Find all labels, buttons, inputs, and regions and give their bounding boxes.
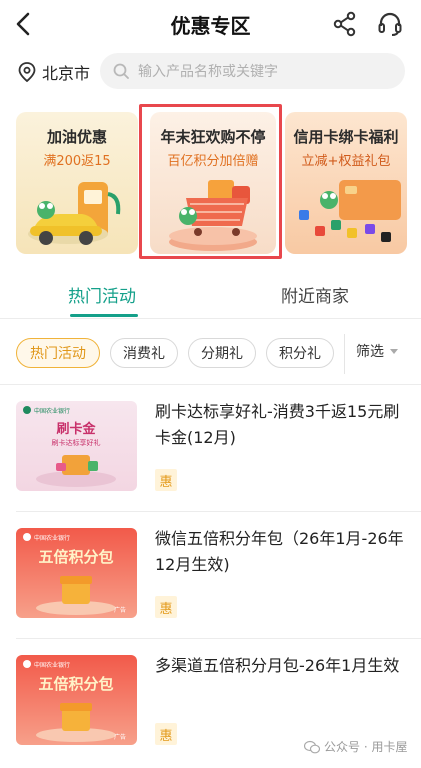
list-item[interactable]: 中国农业银行 五倍积分包 广告 微信五倍积分年包（26年1月-26年12月生效)… — [0, 512, 421, 638]
chip-hot-activities[interactable]: 热门活动 — [16, 338, 100, 368]
bank-name: 中国农业银行 — [34, 407, 70, 415]
active-tab-indicator — [70, 314, 138, 317]
ad-tag: 广告 — [114, 733, 126, 741]
header-bar: 优惠专区 — [0, 0, 421, 48]
list-item[interactable]: 中国农业银行 刷卡金 刷卡达标享好礼 刷卡达标享好礼-消费3千返15元刷卡金(1… — [0, 385, 421, 511]
fuel-pump-car-illustration — [28, 182, 121, 245]
item-thumbnail: 中国农业银行 五倍积分包 广告 — [16, 655, 137, 745]
item-title: 多渠道五倍积分月包-26年1月生效 — [155, 656, 400, 675]
item-thumbnail: 中国农业银行 刷卡金 刷卡达标享好礼 — [16, 401, 137, 491]
location-pin-icon — [18, 62, 36, 83]
search-icon — [113, 63, 129, 79]
ad-tag: 广告 — [114, 606, 126, 614]
search-input[interactable]: 输入产品名称或关键字 — [100, 53, 405, 89]
city-label: 北京市 — [42, 64, 91, 83]
points-pack-illustration: 中国农业银行 五倍积分包 广告 — [23, 533, 126, 615]
discount-badge: 惠 — [155, 596, 177, 618]
item-thumbnail: 中国农业银行 五倍积分包 广告 — [16, 528, 137, 618]
tabs-divider — [0, 318, 421, 319]
app-icons-illustration — [299, 180, 401, 242]
filter-label: 筛选 — [356, 344, 384, 360]
banner-title: 信用卡绑卡福利 — [293, 128, 399, 146]
card-gold-illustration: 中国农业银行 刷卡金 刷卡达标享好礼 — [23, 406, 116, 487]
filter-button[interactable]: 筛选 — [356, 341, 400, 361]
thumb-line1: 五倍积分包 — [38, 675, 113, 693]
caret-down-icon — [390, 349, 398, 354]
search-placeholder: 输入产品名称或关键字 — [138, 64, 278, 80]
discount-badge: 惠 — [155, 469, 177, 491]
wechat-icon — [304, 740, 320, 753]
banner-subtitle: 满200返15 — [43, 154, 111, 169]
points-pack-illustration: 中国农业银行 五倍积分包 广告 — [23, 660, 126, 742]
share-icon[interactable] — [331, 10, 359, 38]
chip-spending-gift[interactable]: 消费礼 — [110, 338, 178, 368]
banner-highlight-frame — [139, 104, 282, 259]
bank-name: 中国农业银行 — [34, 534, 70, 542]
headset-icon[interactable] — [376, 10, 404, 38]
thumb-line2: 刷卡达标享好礼 — [52, 438, 101, 447]
item-title: 刷卡达标享好礼-消费3千返15元刷卡金(12月) — [155, 402, 400, 447]
chip-installment-gift[interactable]: 分期礼 — [188, 338, 256, 368]
chip-separator — [344, 334, 345, 374]
discount-badge: 惠 — [155, 723, 177, 745]
thumb-line1: 五倍积分包 — [38, 548, 113, 566]
banner-subtitle: 立减+权益礼包 — [301, 154, 391, 169]
tab-hot-activities[interactable]: 热门活动 — [68, 282, 136, 307]
tab-nearby-merchants[interactable]: 附近商家 — [281, 282, 349, 307]
chip-points-gift[interactable]: 积分礼 — [266, 338, 334, 368]
location-selector[interactable]: 北京市 — [16, 58, 90, 86]
thumb-line1: 刷卡金 — [56, 421, 96, 437]
banner-title: 加油优惠 — [46, 128, 107, 146]
watermark-text: 公众号 · 用卡屋 — [324, 740, 408, 754]
bank-name: 中国农业银行 — [34, 661, 70, 669]
item-title: 微信五倍积分年包（26年1月-26年12月生效) — [155, 529, 404, 574]
watermark: 公众号 · 用卡屋 — [304, 738, 407, 755]
banner-fuel-discount[interactable]: 加油优惠 满200返15 — [16, 112, 138, 254]
banner-card-binding[interactable]: 信用卡绑卡福利 立减+权益礼包 — [285, 112, 407, 254]
